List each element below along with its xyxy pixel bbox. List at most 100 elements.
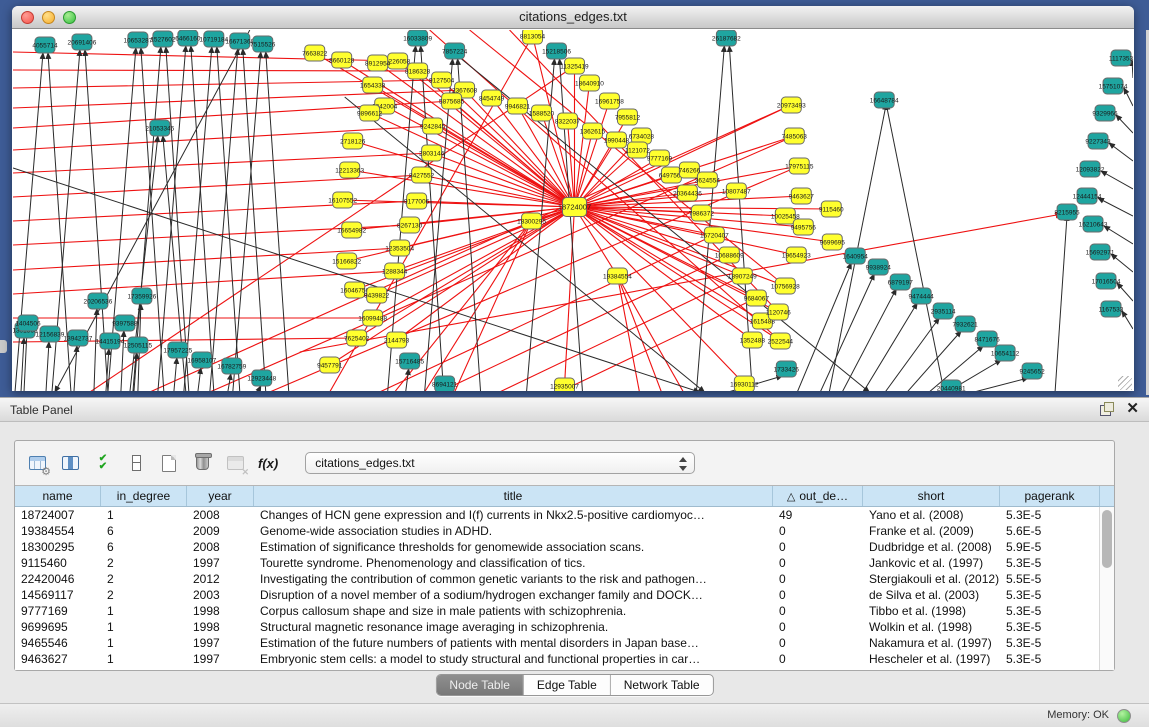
graph-edge[interactable] [90,66,575,391]
graph-edge[interactable] [425,221,532,391]
graph-edge[interactable] [574,83,589,207]
graph-node[interactable]: 1362615 [580,123,606,139]
network-canvas[interactable]: 4055714206914061065328715276026466160107… [13,30,1133,391]
graph-edge[interactable] [300,214,1062,352]
graph-node[interactable]: 9896612 [357,105,383,121]
graph-node[interactable]: 8694121 [432,376,458,391]
graph-node[interactable]: 14415194 [95,333,124,349]
graph-node[interactable]: 7955812 [615,109,641,125]
graph-node[interactable]: 9242845 [420,118,446,134]
graph-edge[interactable] [21,338,24,391]
graph-edge[interactable] [842,289,896,391]
graph-node[interactable]: 9474444 [909,288,935,304]
graph-node[interactable]: 13942737 [64,330,93,346]
graph-edge[interactable] [432,153,575,207]
tab-edge-table[interactable]: Edge Table [523,675,610,695]
tab-network-table[interactable]: Network Table [610,675,713,695]
memory-ok-icon[interactable] [1117,709,1131,723]
graph-node[interactable]: 15166822 [332,253,361,269]
graph-edge[interactable] [1098,198,1133,216]
graph-edge[interactable] [455,221,532,391]
window-titlebar[interactable]: citations_edges.txt [12,6,1134,29]
graph-edge[interactable] [158,46,186,391]
graph-node[interactable]: 20364436 [673,185,702,201]
graph-edge[interactable] [1132,60,1133,78]
graph-edge[interactable] [1101,171,1133,189]
graph-node[interactable]: 9177006 [404,193,430,209]
graph-node[interactable]: 21053346 [145,120,174,136]
table-row[interactable]: 1456911722003Disruption of a novel membe… [15,587,1114,603]
graph-node[interactable]: 2144793 [384,332,410,348]
graph-edge[interactable] [1104,226,1133,244]
tab-node-table[interactable]: Node Table [436,675,523,695]
graph-edge[interactable] [1116,115,1133,133]
graph-node[interactable]: 1527602 [150,31,176,47]
graph-edge[interactable] [863,303,917,391]
graph-node[interactable]: 9439822 [364,287,390,303]
graph-edge[interactable] [198,368,201,391]
graph-node[interactable]: 1120746 [766,304,791,320]
minimize-window-button[interactable] [42,11,55,24]
graph-node[interactable]: 10756928 [771,278,800,294]
graph-node[interactable]: 12353504 [385,240,414,256]
graph-node[interactable]: 17957225 [163,342,192,358]
graph-node[interactable]: 5875685 [439,93,465,109]
table-scrollbar[interactable] [1099,507,1114,670]
column-header-title[interactable]: title [254,486,773,506]
graph-node[interactable]: 9699695 [820,234,846,250]
graph-node[interactable]: 1352488 [740,332,766,348]
graph-node[interactable]: 9245652 [1019,363,1045,379]
panel-collapse-notch[interactable] [0,340,7,353]
graph-node[interactable]: 1990448 [604,132,630,148]
graph-edge[interactable] [94,309,97,391]
graph-edge[interactable] [174,358,177,391]
graph-node[interactable]: 4055714 [32,37,58,53]
graph-node[interactable]: 16961758 [595,93,624,109]
graph-node[interactable]: 12444154 [1073,188,1102,204]
graph-node[interactable]: 15751074 [1099,78,1128,94]
graph-node[interactable]: 12505115 [124,337,153,353]
graph-node[interactable]: 2718126 [340,133,366,149]
function-builder-icon[interactable]: f(x) [256,451,280,475]
graph-edge[interactable] [560,59,583,391]
graph-edge[interactable] [373,85,575,207]
graph-node[interactable]: 26187682 [712,30,741,46]
graph-edge[interactable] [458,59,481,391]
graph-node[interactable]: 9946821 [505,98,531,114]
graph-node[interactable]: 9495756 [791,219,817,235]
graph-node[interactable]: 1654338 [360,77,386,93]
graph-node[interactable]: 8454749 [479,90,505,106]
graph-node[interactable]: 8267130 [397,217,423,233]
table-row[interactable]: 1872400712008Changes of HCN gene express… [15,507,1114,523]
graph-node[interactable]: 20691406 [68,34,97,50]
graph-node[interactable]: 7663822 [302,45,328,61]
rows-icon[interactable] [124,451,148,475]
graph-node[interactable]: 12213363 [335,162,364,178]
graph-node[interactable]: 10654112 [991,345,1020,361]
graph-edge[interactable] [797,263,851,391]
graph-node[interactable]: 18640910 [575,75,604,91]
graph-node[interactable]: 2803144 [419,145,445,161]
graph-node[interactable]: 9938924 [866,259,892,275]
graph-node[interactable]: 9457791 [317,357,343,373]
graph-node[interactable]: 1640954 [843,248,869,264]
graph-edge[interactable] [1109,143,1133,161]
graph-edge[interactable] [560,298,757,391]
graph-node[interactable]: 18724007 [558,198,591,217]
column-header-out_de[interactable]: △out_de… [773,486,863,506]
graph-node[interactable]: 10719184 [199,31,228,47]
graph-node[interactable]: 7485063 [782,128,808,144]
graph-node[interactable]: 15692971 [1086,244,1115,260]
graph-node[interactable]: 17016504 [1092,273,1121,289]
graph-edge[interactable] [24,331,27,391]
graph-node[interactable]: 16782759 [217,358,246,374]
table-row[interactable]: 911546021997Tourette syndrome. Phenomeno… [15,555,1114,571]
graph-edge[interactable] [1122,311,1133,329]
table-mode-icon[interactable]: ⚙ [25,451,49,475]
table-row[interactable]: 1830029562008Estimation of significance … [15,539,1114,555]
graph-node[interactable]: 2522544 [768,333,794,349]
graph-node[interactable]: 20206536 [84,293,113,309]
graph-node[interactable]: 1588520 [529,105,555,121]
delete-column-icon[interactable] [190,451,214,475]
graph-node[interactable]: 17975115 [785,158,814,174]
